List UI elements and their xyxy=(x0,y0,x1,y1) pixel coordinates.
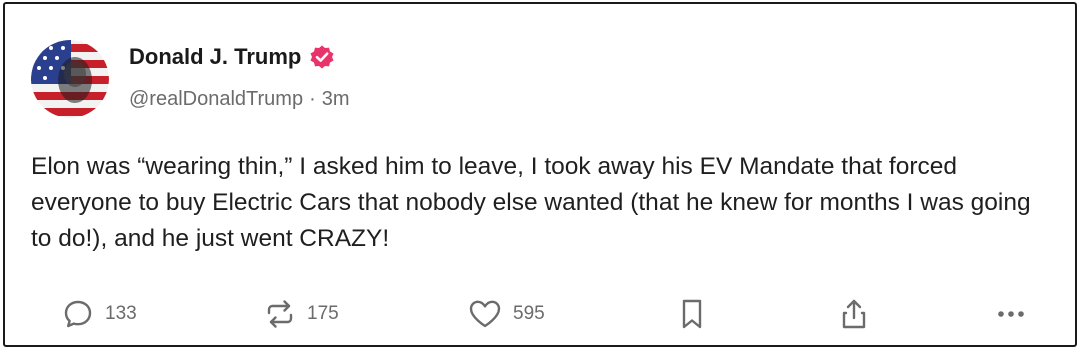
author-avatar[interactable] xyxy=(31,40,109,118)
author-handle-row: @realDonaldTrump · 3m xyxy=(129,88,350,111)
bookmark-icon xyxy=(677,297,707,331)
post-action-bar: 133 175 595 xyxy=(5,294,1075,334)
author-name-row: Donald J. Trump xyxy=(129,44,335,70)
post-card: Donald J. Trump @realDonaldTrump · 3m Elon… xyxy=(3,2,1077,347)
more-dots-icon xyxy=(993,297,1029,331)
repost-count: 175 xyxy=(307,303,339,324)
like-count: 595 xyxy=(513,303,545,324)
like-button[interactable]: 595 xyxy=(467,294,545,334)
author-display-name[interactable]: Donald J. Trump xyxy=(129,44,301,70)
reply-button[interactable]: 133 xyxy=(61,294,137,334)
reply-count: 133 xyxy=(105,303,137,324)
heart-icon xyxy=(467,297,503,331)
author-handle[interactable]: @realDonaldTrump xyxy=(129,88,303,110)
meta-separator: · xyxy=(309,88,316,110)
post-body-text: Elon was “wearing thin,” I asked him to … xyxy=(31,153,1031,252)
flag-portrait-avatar-image xyxy=(31,40,109,118)
repost-arrows-icon xyxy=(263,297,297,331)
share-button[interactable] xyxy=(837,294,871,334)
share-upload-icon xyxy=(837,297,871,331)
more-options-button[interactable] xyxy=(993,294,1029,334)
verified-badge-icon xyxy=(309,44,335,70)
bookmark-button[interactable] xyxy=(677,294,707,334)
reply-bubble-icon xyxy=(61,297,95,331)
post-timestamp[interactable]: 3m xyxy=(322,88,350,110)
repost-button[interactable]: 175 xyxy=(263,294,339,334)
